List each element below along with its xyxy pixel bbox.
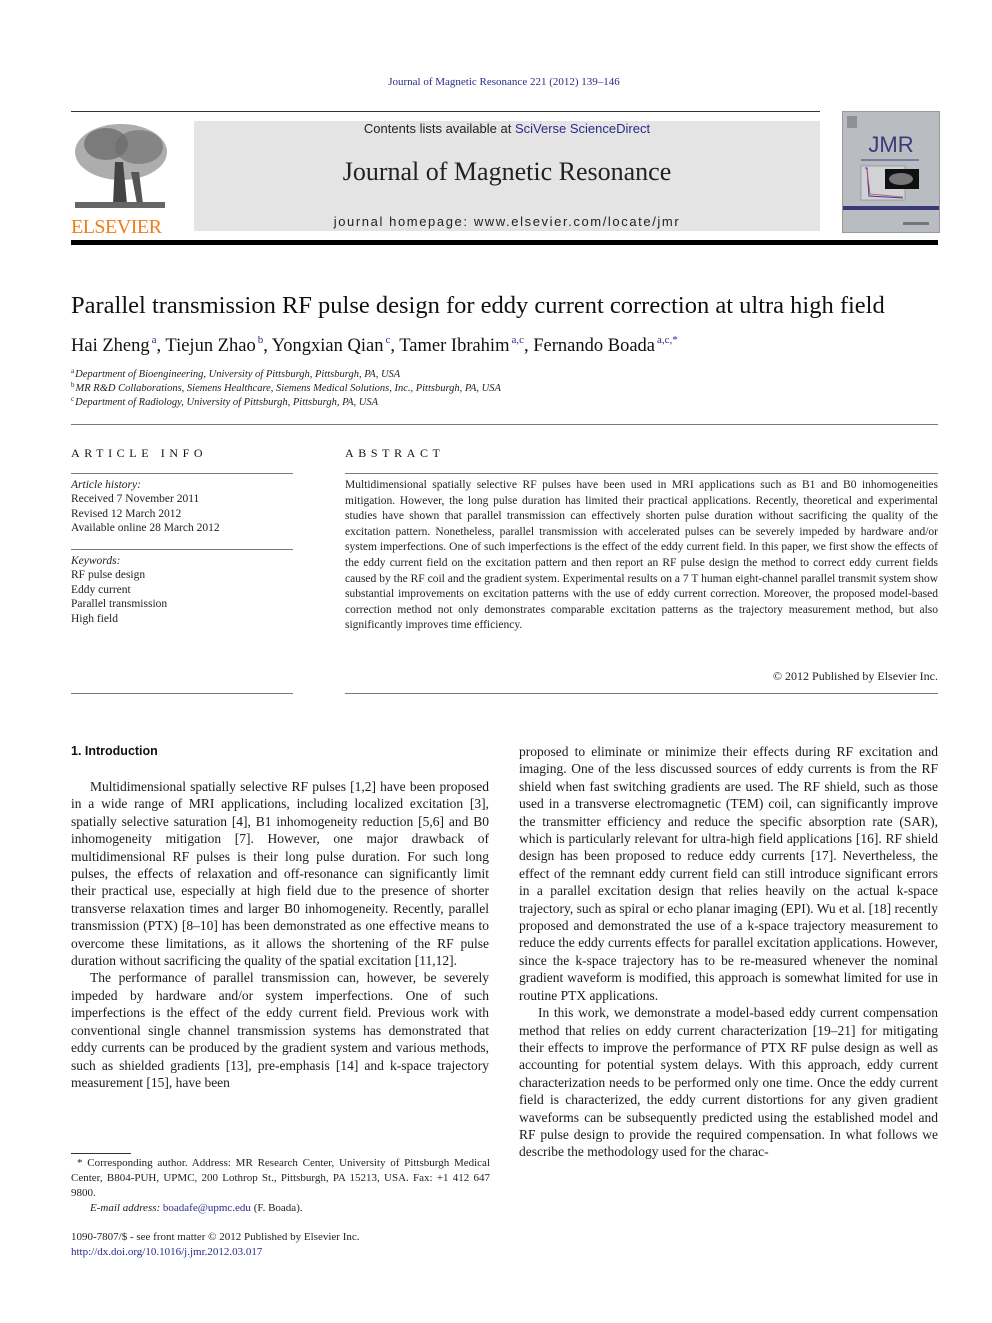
body-left-column: Multidimensional spatially selective RF … <box>71 778 489 1091</box>
elsevier-tree-icon <box>71 122 169 210</box>
header-thick-rule <box>71 240 938 245</box>
history-label: Article history: <box>71 479 141 491</box>
contents-prefix: Contents lists available at <box>363 121 515 136</box>
article-info-rule <box>71 473 293 474</box>
email-note: E-mail address: boadafe@upmc.edu (F. Boa… <box>71 1201 490 1216</box>
abstract-rule <box>345 473 938 474</box>
keywords-label: Keywords: <box>71 555 121 567</box>
body-paragraph: Multidimensional spatially selective RF … <box>71 779 489 969</box>
journal-cover-icon: JMR <box>843 116 939 225</box>
body-paragraph: The performance of parallel transmission… <box>71 970 489 1090</box>
article-history: Article history: Received 7 November 201… <box>71 478 220 536</box>
affiliation-text: Department of Radiology, University of P… <box>75 397 379 408</box>
homepage-label: journal homepage: <box>333 214 474 229</box>
body-paragraph: proposed to eliminate or minimize their … <box>519 744 938 1003</box>
keywords: Keywords: RF pulse design Eddy current P… <box>71 554 167 626</box>
abstract-copyright: © 2012 Published by Elsevier Inc. <box>772 669 938 683</box>
author[interactable]: Tamer Ibrahim <box>399 336 509 356</box>
author-affil-marker[interactable]: a,c,* <box>657 334 678 346</box>
contents-line: Contents lists available at SciVerse Sci… <box>194 121 820 136</box>
keyword: High field <box>71 612 118 625</box>
journal-cover[interactable]: JMR <box>842 111 940 233</box>
keyword: RF pulse design <box>71 569 146 582</box>
author[interactable]: Yongxian Qian <box>272 336 384 356</box>
affiliation-key: c <box>71 395 75 403</box>
author[interactable]: Fernando Boada <box>533 336 655 356</box>
affiliation-key: b <box>71 381 75 389</box>
cover-label: JMR <box>868 132 913 157</box>
author-affil-marker[interactable]: b <box>258 334 264 346</box>
issn-block: 1090-7807/$ - see front matter © 2012 Pu… <box>71 1230 360 1260</box>
author[interactable]: Tiejun Zhao <box>165 336 255 356</box>
header-rule <box>71 111 820 112</box>
affiliation: cDepartment of Radiology, University of … <box>71 395 378 408</box>
corresponding-author-note: * Corresponding author. Address: MR Rese… <box>71 1157 490 1199</box>
abstract-bottom-rule <box>345 693 938 694</box>
footnote-rule <box>71 1153 131 1154</box>
journal-homepage: journal homepage: www.elsevier.com/locat… <box>194 214 820 229</box>
affiliation: aDepartment of Bioengineering, Universit… <box>71 367 400 380</box>
article-title: Parallel transmission RF pulse design fo… <box>71 292 885 319</box>
front-matter-rule <box>71 424 938 425</box>
elsevier-logo: ELSEVIER <box>71 122 171 237</box>
history-received: Received 7 November 2011 <box>71 493 200 506</box>
affiliation-text: MR R&D Collaborations, Siemens Healthcar… <box>75 383 501 394</box>
homepage-link[interactable]: www.elsevier.com/locate/jmr <box>474 214 680 229</box>
abstract-text: Multidimensional spatially selective RF … <box>345 479 938 632</box>
affiliation-text: Department of Bioengineering, University… <box>75 369 401 380</box>
keywords-rule <box>71 549 293 550</box>
email-label: E-mail address: <box>90 1202 163 1214</box>
running-head[interactable]: Journal of Magnetic Resonance 221 (2012)… <box>0 76 992 88</box>
author-affil-marker[interactable]: a <box>152 334 157 346</box>
author-affil-marker[interactable]: c <box>385 334 390 346</box>
author-affil-marker[interactable]: a,c <box>511 334 524 346</box>
body-paragraph: In this work, we demonstrate a model-bas… <box>519 1005 938 1160</box>
email-suffix: (F. Boada). <box>250 1202 303 1214</box>
elsevier-wordmark: ELSEVIER <box>71 216 162 238</box>
author-list: Hai Zheng a, Tiejun Zhao b, Yongxian Qian c… <box>71 334 678 356</box>
journal-title: Journal of Magnetic Resonance <box>342 157 672 186</box>
history-online: Available online 28 March 2012 <box>71 522 220 535</box>
keyword: Eddy current <box>71 583 131 596</box>
keyword: Parallel transmission <box>71 598 168 611</box>
abstract-heading: ABSTRACT <box>345 446 445 460</box>
doi-link[interactable]: http://dx.doi.org/10.1016/j.jmr.2012.03.… <box>71 1245 360 1260</box>
footnotes: * Corresponding author. Address: MR Rese… <box>71 1156 490 1216</box>
article-info-heading: ARTICLE INFO <box>71 446 208 460</box>
email-link[interactable]: boadafe@upmc.edu <box>163 1202 251 1214</box>
affiliation-key: a <box>71 367 75 375</box>
article-info-bottom-rule <box>71 693 293 694</box>
section-heading: 1. Introduction <box>71 744 158 758</box>
issn-line: 1090-7807/$ - see front matter © 2012 Pu… <box>71 1231 360 1243</box>
journal-banner: Contents lists available at SciVerse Sci… <box>194 121 820 231</box>
sciencedirect-link[interactable]: SciVerse ScienceDirect <box>515 121 650 136</box>
affiliation: bMR R&D Collaborations, Siemens Healthca… <box>71 381 501 394</box>
history-revised: Revised 12 March 2012 <box>71 507 182 520</box>
author[interactable]: Hai Zheng <box>71 336 150 356</box>
body-right-column: proposed to eliminate or minimize their … <box>519 743 938 1161</box>
